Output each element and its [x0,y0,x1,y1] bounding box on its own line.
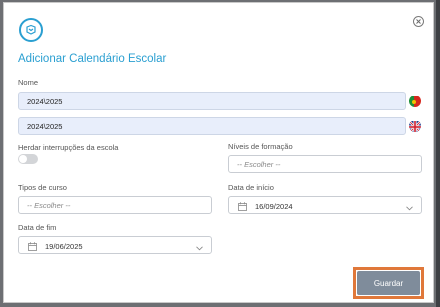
save-button[interactable]: Guardar [357,271,420,295]
name-pt-value: 2024\2025 [27,96,63,106]
school-logo-icon [19,18,43,42]
start-date-picker[interactable]: 16/09/2024 [228,196,422,214]
training-levels-placeholder: -- Escolher -- [237,159,281,169]
background-edge [436,0,440,307]
inherit-interruptions-toggle[interactable] [18,154,38,164]
name-pt-input[interactable]: 2024\2025 [18,92,406,110]
end-date-picker[interactable]: 19/06/2025 [18,236,212,254]
course-types-label: Tipos de curso [18,183,67,192]
add-school-calendar-dialog: Adicionar Calendário Escolar Nome 2024\2… [3,2,434,303]
chevron-down-icon [196,244,203,253]
portugal-flag-icon[interactable] [409,95,421,107]
calendar-icon [28,242,37,253]
start-date-value: 16/09/2024 [255,202,293,211]
close-icon[interactable] [413,16,424,27]
calendar-icon [238,202,247,213]
toggle-knob [19,155,27,163]
start-date-label: Data de início [228,183,274,192]
training-levels-select[interactable]: -- Escolher -- [228,155,422,173]
name-en-value: 2024\2025 [27,121,63,131]
inherit-interruptions-label: Herdar interrupções da escola [18,143,119,152]
name-en-input[interactable]: 2024\2025 [18,117,406,135]
uk-flag-icon[interactable] [409,120,421,132]
course-types-select[interactable]: -- Escolher -- [18,196,212,214]
end-date-value: 19/06/2025 [45,242,83,251]
dialog-title: Adicionar Calendário Escolar [18,53,167,65]
training-levels-label: Níveis de formação [228,142,293,151]
name-label: Nome [18,78,39,87]
course-types-placeholder: -- Escolher -- [27,200,71,210]
chevron-down-icon [406,204,413,213]
end-date-label: Data de fim [18,223,57,232]
